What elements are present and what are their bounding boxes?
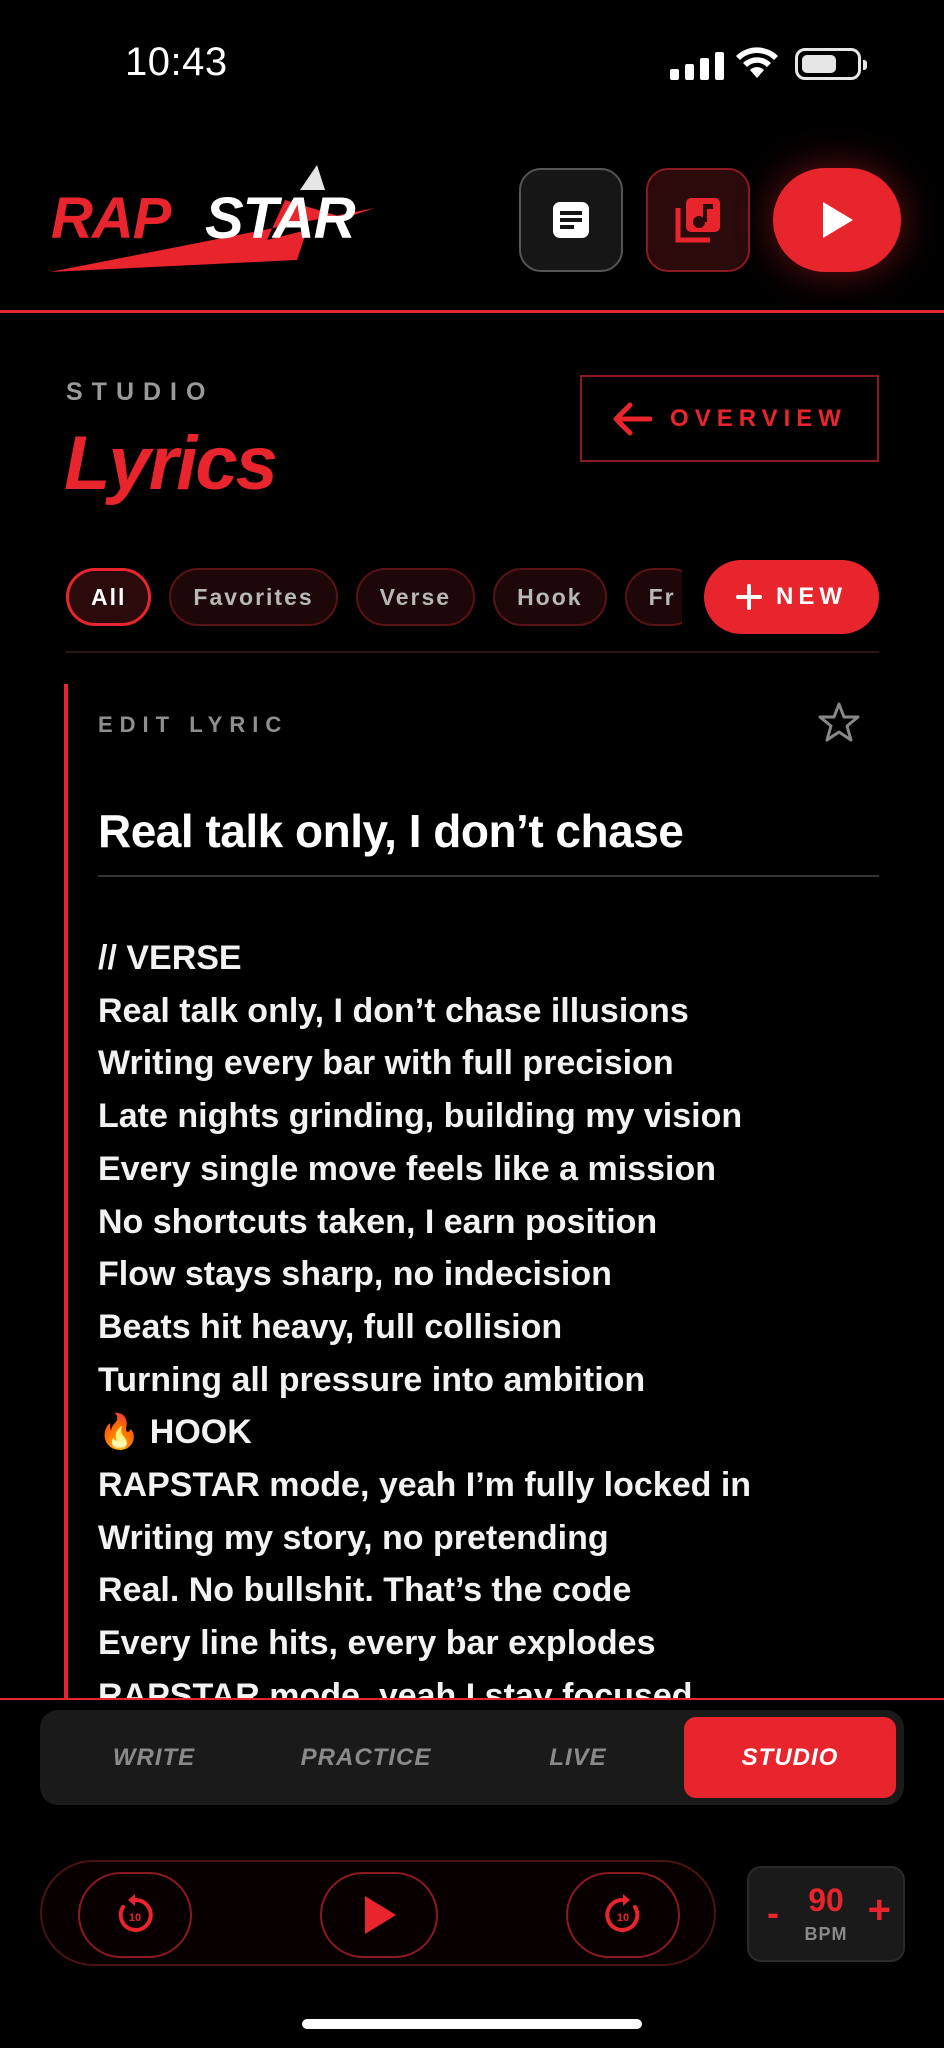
lyric-line: Every single move feels like a mission (98, 1149, 716, 1188)
tab-live[interactable]: LIVE (472, 1717, 684, 1798)
svg-text:RAP: RAP (51, 186, 172, 251)
lyric-line: Turning all pressure into ambition (98, 1360, 646, 1399)
title-divider (98, 875, 879, 877)
lyric-line: 🔥 HOOK (98, 1413, 252, 1452)
lyric-line: // VERSE (98, 939, 242, 977)
chip-favorites[interactable]: Favorites (169, 568, 338, 626)
lyric-line: RAPSTAR mode, yeah I’m fully locked in (98, 1466, 752, 1505)
transport-play-button[interactable] (320, 1872, 438, 1958)
skip-forward-button[interactable]: 10 (566, 1872, 680, 1958)
chip-freestyle[interactable]: Fr (624, 568, 682, 626)
rapstar-logo[interactable]: RAP STAR (45, 160, 435, 280)
divider (66, 651, 879, 653)
lyric-editor[interactable]: EDIT LYRIC Real talk only, I don’t chase… (64, 684, 879, 1699)
play-icon (365, 1896, 396, 1934)
overview-label: OVERVIEW (670, 404, 847, 432)
app-header: RAP STAR (0, 130, 944, 313)
lyric-line: Writing my story, no pretending (98, 1518, 609, 1557)
bottom-divider (0, 1698, 944, 1700)
lyric-line: Every line hits, every bar explodes (98, 1624, 656, 1663)
header-play-button[interactable] (773, 168, 901, 272)
tab-studio[interactable]: STUDIO (684, 1717, 896, 1798)
wifi-icon (736, 47, 778, 78)
new-lyric-button[interactable]: NEW (704, 560, 879, 634)
star-icon[interactable] (817, 700, 861, 744)
lyric-line: Real talk only, I don’t chase illusions (98, 991, 689, 1030)
status-bar: 10:43 (0, 0, 944, 130)
lyric-title-input[interactable]: Real talk only, I don’t chase (98, 804, 684, 858)
chip-verse[interactable]: Verse (355, 568, 476, 626)
play-icon (823, 202, 853, 238)
svg-text:STAR: STAR (205, 186, 356, 251)
page-title: Lyrics (64, 421, 278, 506)
new-label: NEW (776, 583, 847, 610)
status-time: 10:43 (125, 40, 228, 84)
lyric-line: Late nights grinding, building my vision (98, 1097, 743, 1136)
lyric-line: Real. No bullshit. That’s the code (98, 1571, 632, 1610)
music-library-button[interactable] (646, 168, 750, 272)
lyric-line: Beats hit heavy, full collision (98, 1307, 563, 1346)
transport-controls: 10 10 (40, 1860, 716, 1966)
cellular-signal-icon (670, 50, 724, 80)
lyric-line: Flow stays sharp, no indecision (98, 1255, 612, 1294)
skip-back-button[interactable]: 10 (78, 1872, 192, 1958)
chip-hook[interactable]: Hook (493, 568, 607, 626)
home-indicator[interactable] (302, 2019, 642, 2029)
skip-back-seconds: 10 (129, 1912, 141, 1924)
bpm-increase-button[interactable]: + (868, 1888, 891, 1933)
lyric-body-textarea[interactable]: // VERSE Real talk only, I don’t chase i… (98, 932, 868, 1699)
tab-practice[interactable]: PRACTICE (260, 1717, 472, 1798)
lyric-line: No shortcuts taken, I earn position (98, 1202, 658, 1241)
document-button[interactable] (519, 168, 623, 272)
skip-forward-seconds: 10 (617, 1912, 629, 1924)
chip-all[interactable]: All (66, 568, 152, 626)
music-library-icon (675, 198, 720, 243)
lyric-line: Writing every bar with full precision (98, 1044, 674, 1083)
arrow-left-icon (613, 402, 653, 435)
skip-forward-10-icon: 10 (605, 1894, 640, 1932)
lyric-line: RAPSTAR mode, yeah I stay focused (98, 1676, 693, 1699)
battery-icon (795, 48, 867, 80)
skip-back-10-icon: 10 (118, 1894, 153, 1932)
document-icon (553, 202, 589, 238)
mode-tab-bar: WRITE PRACTICE LIVE STUDIO (40, 1710, 904, 1805)
section-label: STUDIO (66, 378, 215, 406)
filter-chips: All Favorites Verse Hook Fr (66, 568, 682, 628)
bpm-control: - 90 BPM + (747, 1866, 905, 1962)
overview-button[interactable]: OVERVIEW (580, 375, 879, 462)
edit-lyric-label: EDIT LYRIC (98, 712, 289, 737)
tab-write[interactable]: WRITE (48, 1717, 260, 1798)
plus-icon (736, 584, 762, 610)
